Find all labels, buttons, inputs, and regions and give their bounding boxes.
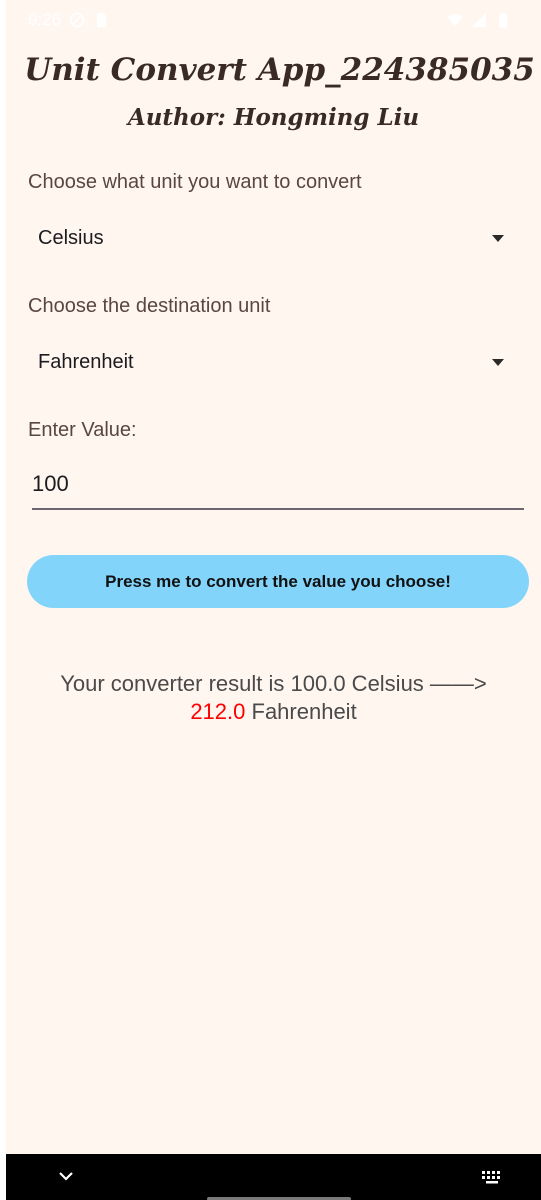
destination-unit-label: Choose the destination unit xyxy=(28,295,271,317)
status-time: 9:26 xyxy=(28,10,62,29)
dropdown-arrow-icon xyxy=(492,234,504,242)
destination-unit-dropdown[interactable]: Fahrenheit xyxy=(28,336,512,388)
result-text: Your converter result is 100.0 Celsius —… xyxy=(6,670,541,726)
signal-icon xyxy=(472,13,486,27)
chevron-down-icon[interactable] xyxy=(56,1168,76,1184)
navigation-bar xyxy=(6,1154,541,1200)
result-value: 212.0 xyxy=(190,699,246,724)
keyboard-icon[interactable] xyxy=(481,1170,505,1186)
dropdown-arrow-icon xyxy=(492,358,504,366)
wifi-icon xyxy=(447,14,463,26)
app-screen: 9:26 Unit Convert App_224385035 Author: … xyxy=(0,0,541,1200)
value-input[interactable] xyxy=(32,466,524,510)
result-prefix: Your converter result is 100.0 Celsius —… xyxy=(60,671,487,696)
result-unit: Fahrenheit xyxy=(251,699,357,724)
source-unit-label: Choose what unit you want to convert xyxy=(28,171,362,193)
battery-icon xyxy=(499,13,507,28)
source-unit-dropdown[interactable]: Celsius xyxy=(28,212,512,264)
author-label: Author: Hongming Liu xyxy=(127,104,420,131)
app-title: Unit Convert App_224385035 xyxy=(24,52,535,88)
source-unit-selected: Celsius xyxy=(38,226,104,249)
sim-card-icon xyxy=(97,13,107,27)
destination-unit-selected: Fahrenheit xyxy=(38,350,134,373)
convert-button[interactable]: Press me to convert the value you choose… xyxy=(27,555,529,608)
status-bar: 9:26 xyxy=(6,0,541,40)
do-not-disturb-icon xyxy=(69,12,85,28)
enter-value-label: Enter Value: xyxy=(28,419,137,441)
